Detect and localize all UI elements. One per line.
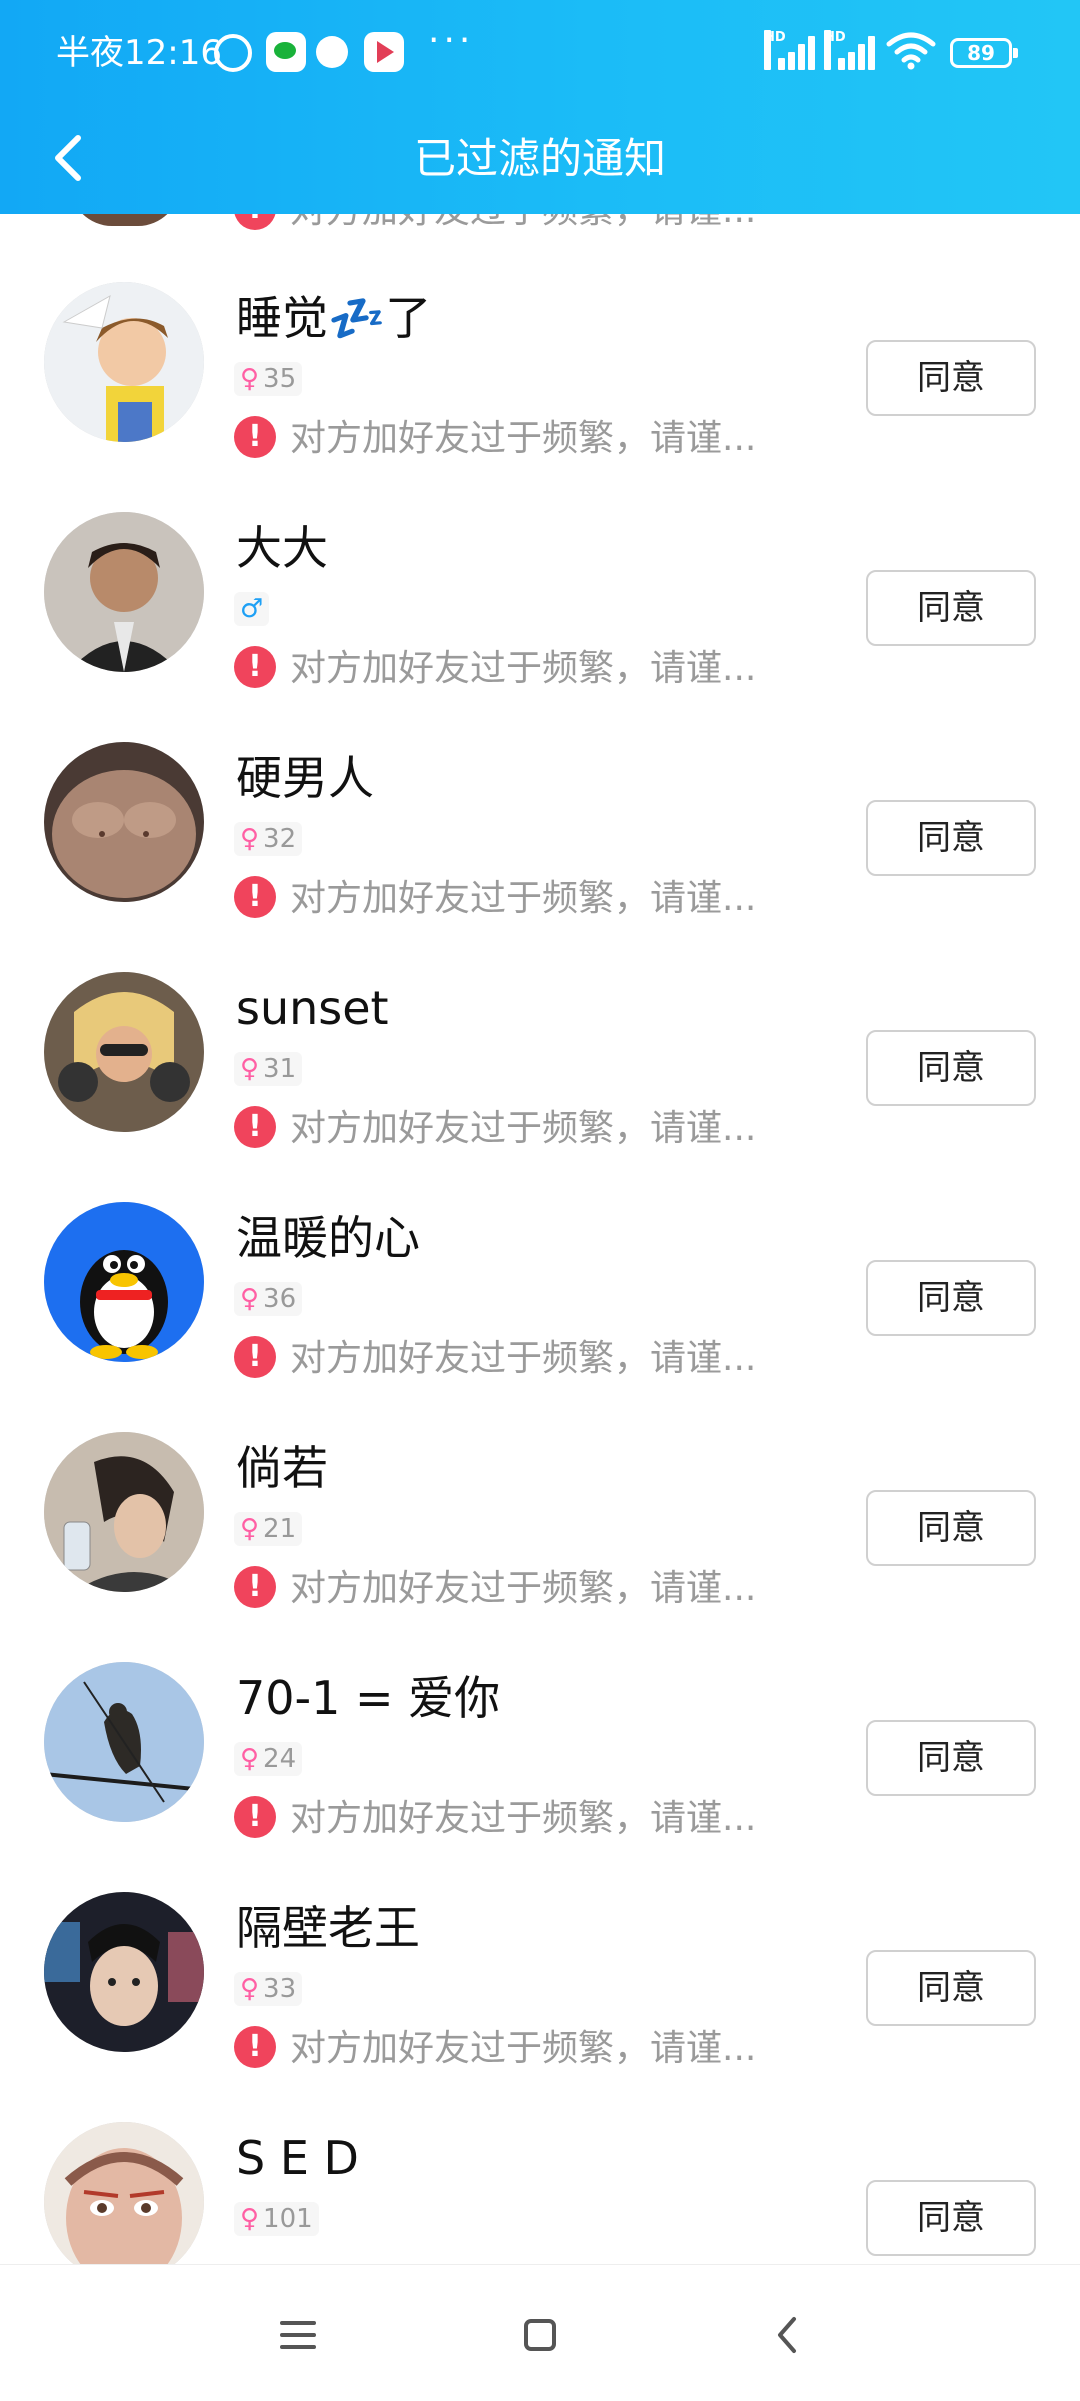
avatar[interactable]	[44, 972, 204, 1132]
gender-age-badge: ♀ 32	[234, 822, 303, 856]
agree-button[interactable]: 同意	[866, 2180, 1036, 2256]
list-item[interactable]: 硬男人 ♀ 32 ! 对方加好友过于频繁，请谨... 同意	[0, 680, 1080, 919]
female-icon: ♀	[240, 2204, 260, 2234]
gender-age-badge: ♀ 35	[234, 362, 303, 396]
alarm-icon	[214, 34, 252, 72]
list-item[interactable]: S E D ♀ 101 同意	[0, 2060, 1080, 2264]
age: 32	[263, 824, 297, 854]
gender-age-badge: ♀ 31	[234, 1052, 303, 1086]
hd-label: HD	[764, 30, 786, 70]
agree-button[interactable]: 同意	[866, 1950, 1036, 2026]
avatar[interactable]	[44, 512, 204, 672]
avatar[interactable]	[44, 1432, 204, 1592]
user-name: 硬男人	[236, 751, 374, 805]
gender-age-badge: ♀ 101	[234, 2202, 319, 2236]
list-item[interactable]: 倘若 ♀ 21 ! 对方加好友过于频繁，请谨... 同意	[0, 1370, 1080, 1609]
list-item[interactable]: 温暖的心 ♀ 36 ! 对方加好友过于频繁，请谨... 同意	[0, 1140, 1080, 1379]
filtered-request-list: !对方加好友过于频繁，请谨... 睡觉💤了 ♀35 !对方加好友过于频繁，请谨.…	[0, 214, 1080, 2264]
female-icon: ♀	[240, 824, 260, 854]
agree-button[interactable]: 同意	[866, 340, 1036, 416]
avatar[interactable]	[44, 742, 204, 902]
wifi-icon	[886, 32, 936, 70]
signal-icon: HD	[764, 30, 818, 70]
female-icon: ♀	[240, 1974, 260, 2004]
user-name: 睡觉💤了	[236, 291, 432, 345]
age: 31	[263, 1054, 297, 1084]
menu-icon[interactable]	[268, 2305, 328, 2365]
female-icon: ♀	[240, 1744, 260, 1774]
female-icon: ♀	[240, 1054, 260, 1084]
user-name: 温暖的心	[236, 1211, 420, 1265]
avatar[interactable]	[44, 2122, 204, 2264]
avatar[interactable]	[44, 282, 204, 442]
play-store-icon	[364, 32, 404, 72]
agree-button[interactable]: 同意	[866, 1490, 1036, 1566]
list-item[interactable]: 70-1 = 爱你 ♀ 24 ! 对方加好友过于频繁，请谨... 同意	[0, 1600, 1080, 1839]
user-name: S E D	[236, 2131, 359, 2185]
agree-button[interactable]: 同意	[866, 800, 1036, 876]
female-icon: ♀	[240, 1284, 260, 1314]
female-icon: ♀	[240, 364, 260, 394]
status-time: 半夜12:16	[56, 33, 222, 73]
home-icon[interactable]	[510, 2305, 570, 2365]
user-name: 隔壁老王	[236, 1901, 420, 1955]
qq-icon	[316, 36, 348, 68]
user-name: 大大	[236, 521, 328, 575]
agree-button[interactable]: 同意	[866, 1030, 1036, 1106]
battery-icon: 89	[950, 38, 1018, 68]
user-name: 倘若	[236, 1441, 328, 1495]
age: 101	[263, 2204, 313, 2234]
agree-button[interactable]: 同意	[866, 1260, 1036, 1336]
avatar[interactable]	[44, 1662, 204, 1822]
age: 36	[263, 1284, 297, 1314]
wechat-icon	[266, 32, 306, 72]
list-item[interactable]: 隔壁老王 ♀ 33 ! 对方加好友过于频繁，请谨... 同意	[0, 1830, 1080, 2069]
avatar[interactable]	[44, 1892, 204, 2052]
age: 33	[263, 1974, 297, 2004]
more-icon: ···	[428, 20, 475, 61]
signal-icon: HD	[824, 30, 878, 70]
list-item[interactable]: sunset ♀ 31 ! 对方加好友过于频繁，请谨... 同意	[0, 910, 1080, 1149]
male-icon: ♂	[240, 594, 264, 624]
gender-age-badge: ♀ 24	[234, 1742, 303, 1776]
female-icon: ♀	[240, 1514, 260, 1544]
age: 35	[263, 364, 297, 394]
back-icon[interactable]	[758, 2305, 818, 2365]
list-item[interactable]: 大大 ♂ ! 对方加好友过于频繁，请谨... 同意	[0, 450, 1080, 689]
gender-age-badge: ♂	[234, 592, 270, 626]
gender-age-badge: ♀ 21	[234, 1512, 303, 1546]
age: 24	[263, 1744, 297, 1774]
agree-button[interactable]: 同意	[866, 570, 1036, 646]
status-bar: 半夜12:16 ··· HD HD 89	[0, 0, 1080, 110]
user-name: sunset	[236, 981, 389, 1035]
list-item[interactable]: 睡觉💤了 ♀ 35 ! 对方加好友过于频繁，请谨... 同意	[0, 220, 1080, 459]
avatar[interactable]	[44, 1202, 204, 1362]
gender-age-badge: ♀ 36	[234, 1282, 303, 1316]
user-name: 70-1 = 爱你	[236, 1671, 501, 1725]
age: 21	[263, 1514, 297, 1544]
page-title: 已过滤的通知	[413, 134, 666, 183]
hd-label: HD	[824, 30, 846, 70]
top-bar: 半夜12:16 ··· HD HD 89 已过滤的通知	[0, 0, 1080, 214]
gender-age-badge: ♀ 33	[234, 1972, 303, 2006]
system-nav-bar	[0, 2264, 1080, 2401]
agree-button[interactable]: 同意	[866, 1720, 1036, 1796]
nav-row: 已过滤的通知	[0, 110, 1080, 214]
